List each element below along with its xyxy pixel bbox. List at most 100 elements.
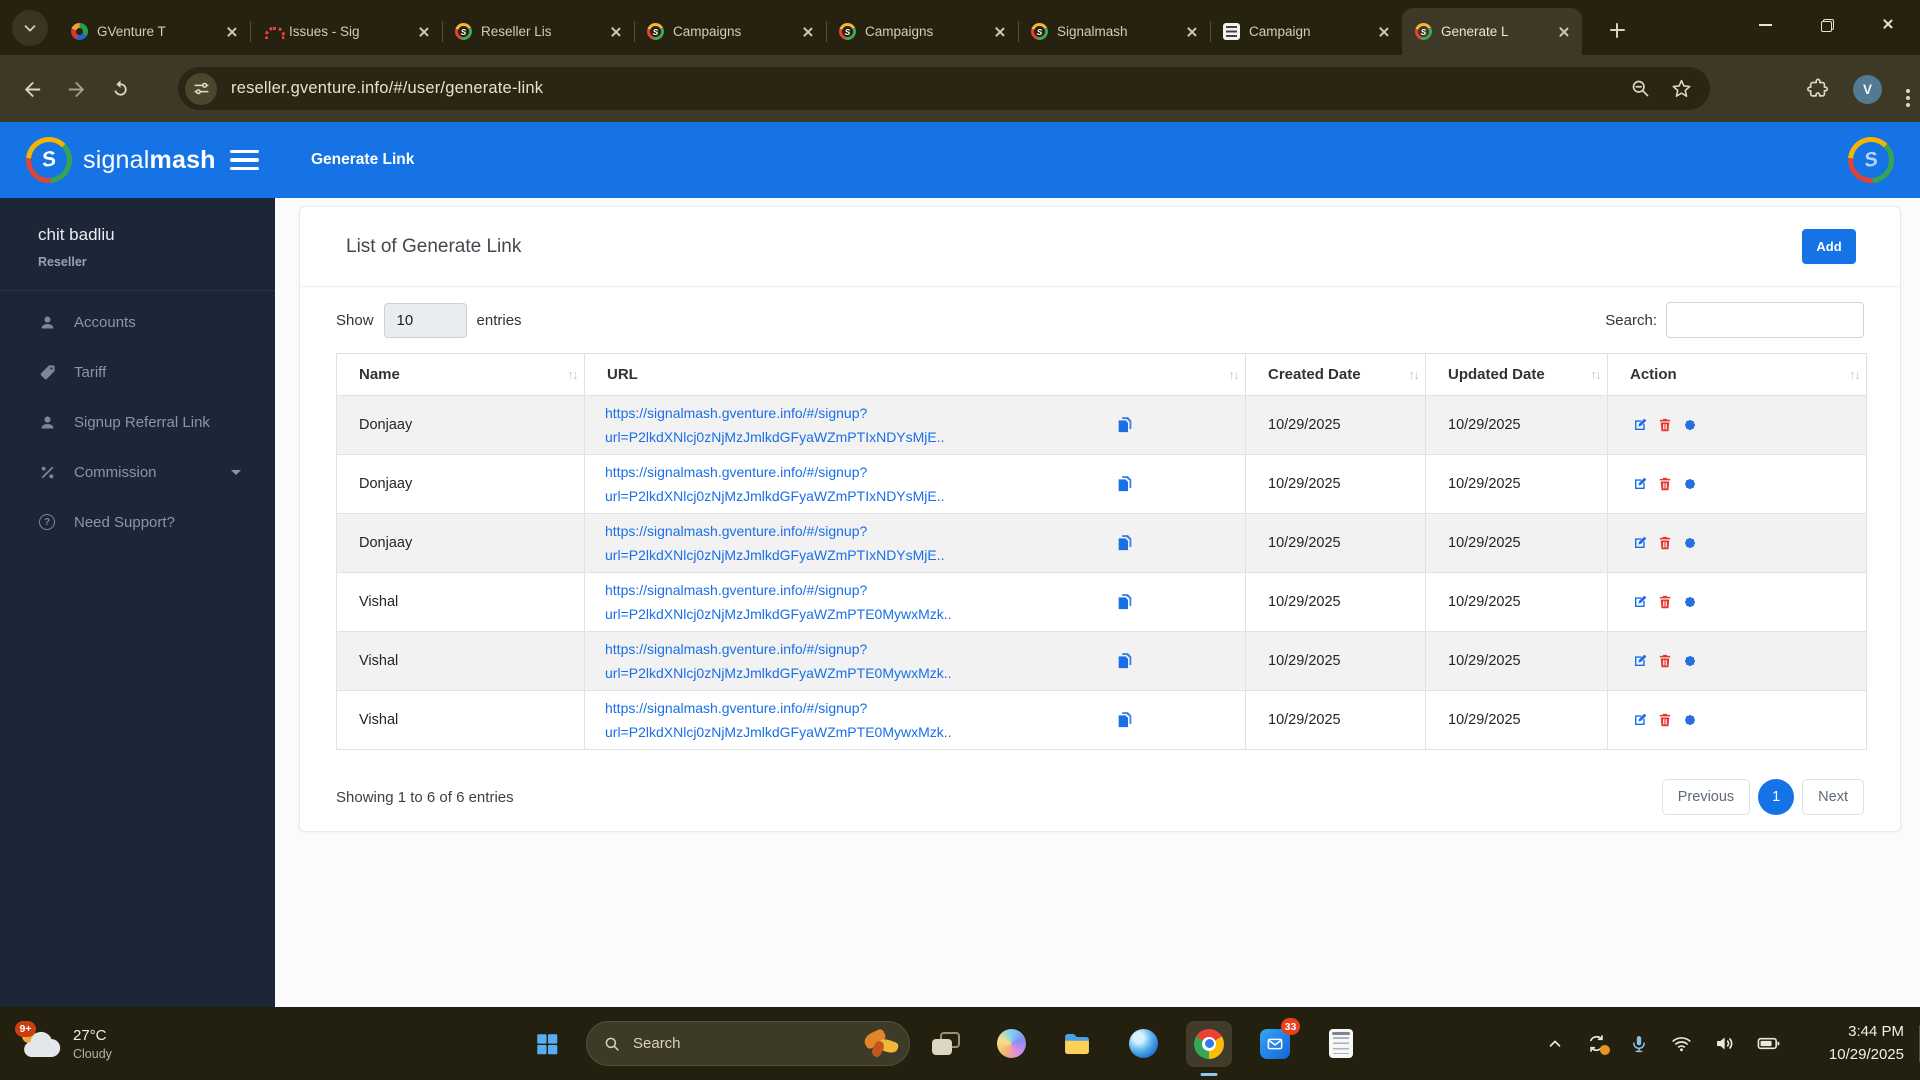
- window-close-button[interactable]: [1858, 0, 1920, 50]
- search-input[interactable]: [1666, 302, 1864, 338]
- edit-button[interactable]: [1632, 712, 1648, 728]
- chrome-button[interactable]: [1176, 1007, 1242, 1080]
- delete-button[interactable]: [1657, 417, 1673, 433]
- signup-link[interactable]: https://signalmash.gventure.info/#/signu…: [605, 637, 1043, 661]
- column-header-updated-date[interactable]: Updated Date: [1425, 353, 1608, 396]
- browser-tab-signalmash[interactable]: Signalmash: [1018, 8, 1210, 55]
- url-text[interactable]: reseller.gventure.info/#/user/generate-l…: [231, 79, 543, 98]
- signup-link[interactable]: https://signalmash.gventure.info/#/signu…: [605, 578, 1043, 602]
- copy-url-button[interactable]: [1115, 533, 1135, 553]
- edit-button[interactable]: [1632, 417, 1648, 433]
- column-header-url[interactable]: URL: [584, 353, 1246, 396]
- browser-tab-reseller-list[interactable]: Reseller Lis: [442, 8, 634, 55]
- tab-close-icon[interactable]: [1182, 22, 1202, 42]
- signup-link[interactable]: https://signalmash.gventure.info/#/signu…: [605, 696, 1043, 720]
- add-button[interactable]: Add: [1802, 229, 1856, 264]
- tab-close-icon[interactable]: [1374, 22, 1394, 42]
- delete-button[interactable]: [1657, 712, 1673, 728]
- tray-overflow-button[interactable]: [1546, 1035, 1564, 1053]
- badge-button[interactable]: [1682, 476, 1698, 492]
- current-page-button[interactable]: 1: [1758, 779, 1795, 815]
- delete-button[interactable]: [1657, 476, 1673, 492]
- copilot-button[interactable]: [978, 1007, 1044, 1080]
- profile-avatar[interactable]: V: [1853, 74, 1882, 104]
- signup-link[interactable]: https://signalmash.gventure.info/#/signu…: [605, 519, 1043, 543]
- browser-tab-campaigns-2[interactable]: Campaigns: [826, 8, 1018, 55]
- window-minimize-button[interactable]: [1734, 0, 1796, 50]
- new-tab-button[interactable]: [1600, 13, 1634, 47]
- address-bar[interactable]: reseller.gventure.info/#/user/generate-l…: [178, 67, 1710, 110]
- page-size-select[interactable]: 10: [383, 302, 467, 338]
- notepad-button[interactable]: [1308, 1007, 1374, 1080]
- copy-url-button[interactable]: [1115, 592, 1135, 612]
- taskbar-search[interactable]: Search: [586, 1021, 910, 1066]
- edit-button[interactable]: [1632, 653, 1648, 669]
- site-info-button[interactable]: [185, 72, 217, 105]
- edit-button[interactable]: [1632, 594, 1648, 610]
- volume-button[interactable]: [1714, 1033, 1735, 1054]
- microphone-indicator[interactable]: [1629, 1034, 1649, 1054]
- tab-close-icon[interactable]: [222, 22, 242, 42]
- signup-link-params[interactable]: url=P2lkdXNlcj0zNjMzJmlkdGFyaWZmPTE0Mywx…: [605, 720, 1043, 744]
- sort-icon[interactable]: [1409, 368, 1419, 382]
- copy-url-button[interactable]: [1115, 710, 1135, 730]
- tab-close-icon[interactable]: [798, 22, 818, 42]
- reload-button[interactable]: [98, 67, 142, 111]
- column-header-name[interactable]: Name: [336, 353, 585, 396]
- tab-close-icon[interactable]: [1554, 22, 1574, 42]
- zoom-indicator-button[interactable]: [1630, 78, 1651, 99]
- forward-button[interactable]: [54, 67, 98, 111]
- badge-button[interactable]: [1682, 712, 1698, 728]
- next-page-button[interactable]: Next: [1802, 779, 1864, 815]
- signup-link[interactable]: https://signalmash.gventure.info/#/signu…: [605, 460, 1043, 484]
- back-button[interactable]: [10, 67, 54, 111]
- browser-tab-campaign-doc[interactable]: Campaign: [1210, 8, 1402, 55]
- edge-button[interactable]: [1110, 1007, 1176, 1080]
- sidebar-toggle-button[interactable]: [230, 149, 259, 171]
- sync-status-button[interactable]: [1586, 1033, 1610, 1055]
- delete-button[interactable]: [1657, 653, 1673, 669]
- tab-close-icon[interactable]: [606, 22, 626, 42]
- signup-link[interactable]: https://signalmash.gventure.info/#/signu…: [605, 401, 1043, 425]
- signup-link-params[interactable]: url=P2lkdXNlcj0zNjMzJmlkdGFyaWZmPTE0Mywx…: [605, 602, 1043, 626]
- tab-search-button[interactable]: [12, 10, 48, 46]
- file-explorer-button[interactable]: [1044, 1007, 1110, 1080]
- sort-icon[interactable]: [568, 368, 578, 382]
- battery-button[interactable]: [1757, 1032, 1780, 1055]
- network-button[interactable]: [1671, 1033, 1692, 1054]
- signup-link-params[interactable]: url=P2lkdXNlcj0zNjMzJmlkdGFyaWZmPTE0Mywx…: [605, 661, 1043, 685]
- signup-link-params[interactable]: url=P2lkdXNlcj0zNjMzJmlkdGFyaWZmPTIxNDYs…: [605, 425, 1043, 449]
- column-header-action[interactable]: Action: [1607, 353, 1867, 396]
- browser-tab-generate-link-active[interactable]: Generate L: [1402, 8, 1582, 55]
- sort-icon[interactable]: [1850, 368, 1860, 382]
- sidebar-item-commission[interactable]: Commission: [0, 447, 275, 497]
- badge-button[interactable]: [1682, 417, 1698, 433]
- sort-icon[interactable]: [1229, 368, 1239, 382]
- badge-button[interactable]: [1682, 594, 1698, 610]
- mail-button[interactable]: 33: [1242, 1007, 1308, 1080]
- bookmark-button[interactable]: [1671, 78, 1692, 99]
- copy-url-button[interactable]: [1115, 651, 1135, 671]
- browser-tab-campaigns-1[interactable]: Campaigns: [634, 8, 826, 55]
- browser-tab-gventure[interactable]: GVenture T: [58, 8, 250, 55]
- sidebar-item-accounts[interactable]: Accounts: [0, 297, 275, 347]
- window-restore-button[interactable]: [1796, 0, 1858, 50]
- copy-url-button[interactable]: [1115, 415, 1135, 435]
- tab-close-icon[interactable]: [990, 22, 1010, 42]
- tab-close-icon[interactable]: [414, 22, 434, 42]
- extensions-button[interactable]: [1807, 78, 1829, 100]
- delete-button[interactable]: [1657, 594, 1673, 610]
- previous-page-button[interactable]: Previous: [1661, 779, 1751, 815]
- edit-button[interactable]: [1632, 535, 1648, 551]
- signup-link-params[interactable]: url=P2lkdXNlcj0zNjMzJmlkdGFyaWZmPTIxNDYs…: [605, 484, 1043, 508]
- weather-widget[interactable]: 9+ 27°C Cloudy: [15, 1007, 112, 1080]
- sidebar-item-need-support[interactable]: Need Support?: [0, 497, 275, 547]
- clock-widget[interactable]: 3:44 PM 10/29/2025: [1829, 1007, 1904, 1080]
- delete-button[interactable]: [1657, 535, 1673, 551]
- column-header-created-date[interactable]: Created Date: [1245, 353, 1426, 396]
- badge-button[interactable]: [1682, 653, 1698, 669]
- sidebar-item-signup-referral-link[interactable]: Signup Referral Link: [0, 397, 275, 447]
- browser-tab-issues[interactable]: Issues - Sig: [250, 8, 442, 55]
- copy-url-button[interactable]: [1115, 474, 1135, 494]
- start-button[interactable]: [524, 1021, 570, 1067]
